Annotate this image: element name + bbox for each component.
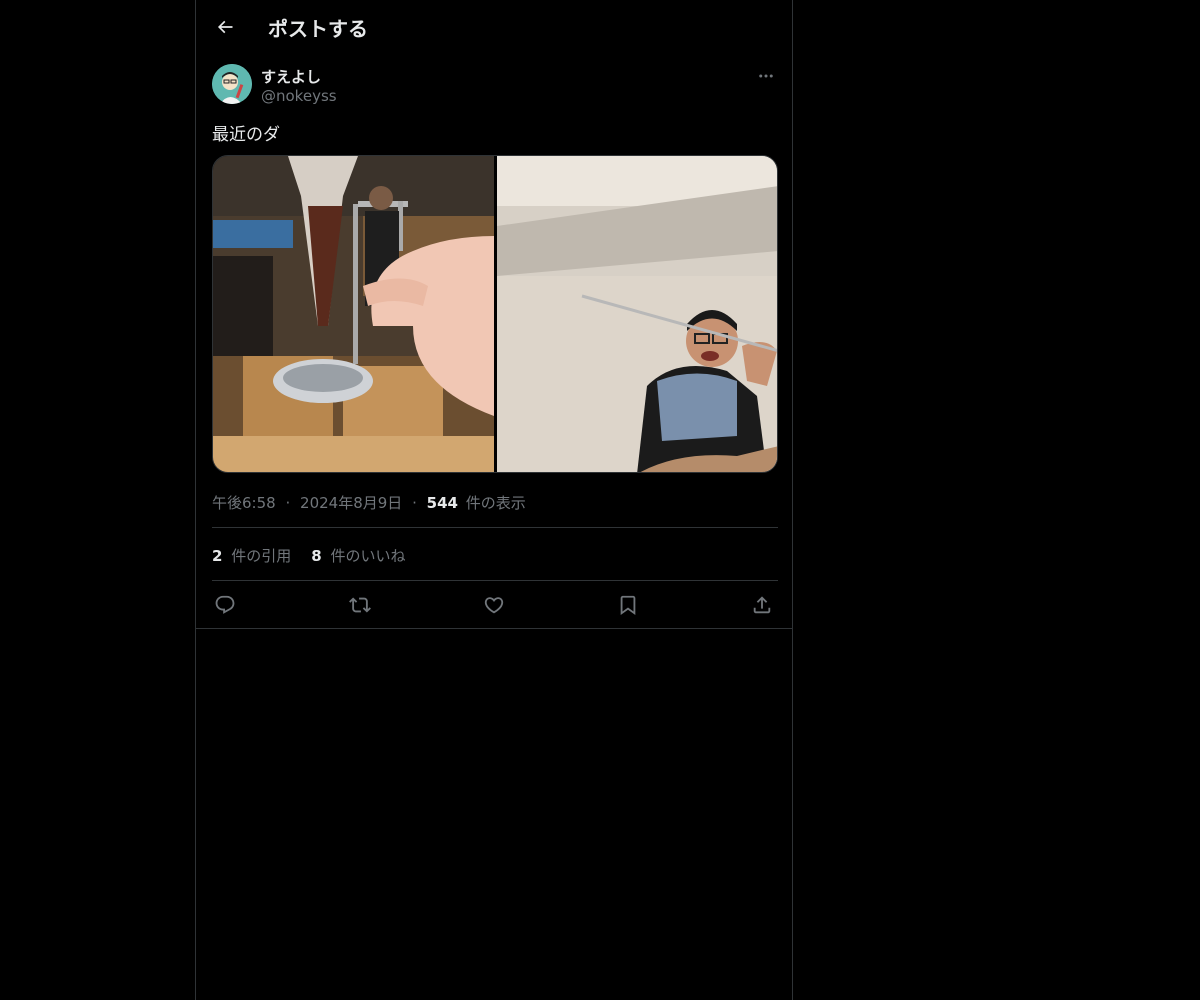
post-media [212, 155, 778, 473]
action-bar [212, 592, 778, 618]
meta-separator: · [285, 494, 291, 512]
divider [196, 628, 792, 629]
likes-stat[interactable]: 8 件のいいね [311, 545, 405, 566]
more-button[interactable] [754, 64, 778, 88]
main-column: ポストする すえよし @nokeyss 最近のダ 午後6:58 · 2024年8… [195, 0, 793, 1000]
like-button[interactable] [481, 592, 507, 618]
post-date[interactable]: 2024年8月9日 [300, 494, 402, 512]
arrow-left-icon [217, 20, 233, 34]
reply-icon [215, 595, 235, 614]
share-icon [753, 596, 771, 614]
header: ポストする [196, 0, 792, 53]
reply-button[interactable] [212, 592, 238, 618]
photo-2[interactable] [497, 156, 777, 472]
display-name[interactable]: すえよし [261, 66, 321, 87]
views-label: 件の表示 [465, 494, 526, 512]
post-time[interactable]: 午後6:58 [212, 494, 276, 512]
quotes-count: 2 [212, 547, 223, 565]
quotes-stat[interactable]: 2 件の引用 [212, 545, 291, 566]
more-horizontal-icon [759, 74, 773, 78]
back-button[interactable] [208, 10, 242, 44]
post-author: すえよし @nokeyss [212, 64, 778, 108]
meta-separator: · [412, 494, 417, 512]
bookmark-button[interactable] [615, 592, 641, 618]
photo-1[interactable] [213, 156, 494, 472]
post-text: 最近のダ [212, 125, 280, 145]
views-count: 544 [426, 494, 458, 512]
divider [212, 580, 778, 581]
repost-button[interactable] [347, 592, 373, 618]
avatar[interactable] [212, 64, 252, 104]
post-stats: 2 件の引用 8 件のいいね [212, 545, 405, 566]
share-button[interactable] [749, 592, 775, 618]
quotes-label: 件の引用 [231, 547, 292, 565]
likes-count: 8 [311, 547, 322, 565]
repost-icon [349, 597, 371, 613]
page-title: ポストする [268, 17, 368, 41]
likes-label: 件のいいね [330, 547, 406, 565]
divider [212, 527, 778, 528]
bookmark-icon [620, 595, 636, 616]
user-handle[interactable]: @nokeyss [261, 87, 337, 105]
post-meta: 午後6:58 · 2024年8月9日 · 544 件の表示 [212, 492, 526, 513]
heart-icon [484, 597, 504, 614]
